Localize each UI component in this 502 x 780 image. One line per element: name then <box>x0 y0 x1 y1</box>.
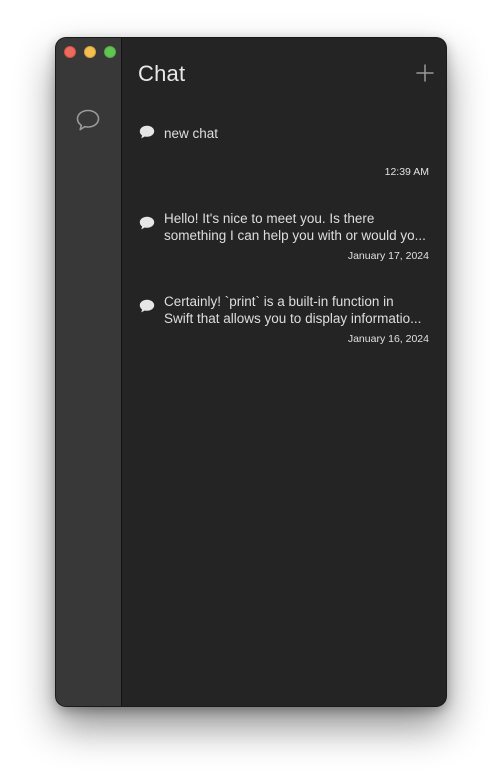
zoom-button[interactable] <box>104 46 116 58</box>
chat-preview-line-2: Swift that allows you to display informa… <box>164 311 422 326</box>
chat-list-item[interactable]: new chat 12:39 AM <box>122 116 446 181</box>
chat-preview-line-1: Certainly! `print` is a built-in functio… <box>164 294 394 309</box>
window-controls <box>64 46 116 58</box>
app-window: Chat new chat 12:39 AM Hello! It's nice … <box>56 38 446 706</box>
chat-list-item[interactable]: Certainly! `print` is a built-in functio… <box>122 294 446 391</box>
chat-date: 12:39 AM <box>384 166 429 178</box>
chat-preview-line-1: Hello! It's nice to meet you. Is there <box>164 211 375 226</box>
chat-list: new chat 12:39 AM Hello! It's nice to me… <box>122 116 446 391</box>
chat-title: new chat <box>164 126 219 141</box>
chat-preview-line-2: something I can help you with or would y… <box>164 228 426 243</box>
sidebar <box>56 38 122 706</box>
chat-bubble-icon <box>139 216 155 230</box>
close-button[interactable] <box>64 46 76 58</box>
chat-bubble-outline-icon[interactable] <box>75 107 101 133</box>
chat-date: January 16, 2024 <box>347 333 429 345</box>
plus-icon[interactable] <box>416 64 434 82</box>
chat-bubble-icon <box>139 299 155 313</box>
minimize-button[interactable] <box>84 46 96 58</box>
chat-bubble-icon <box>139 125 155 139</box>
chat-list-panel: Chat new chat 12:39 AM Hello! It's nice … <box>122 38 446 706</box>
page-title: Chat <box>138 61 186 86</box>
chat-date: January 17, 2024 <box>347 250 429 262</box>
